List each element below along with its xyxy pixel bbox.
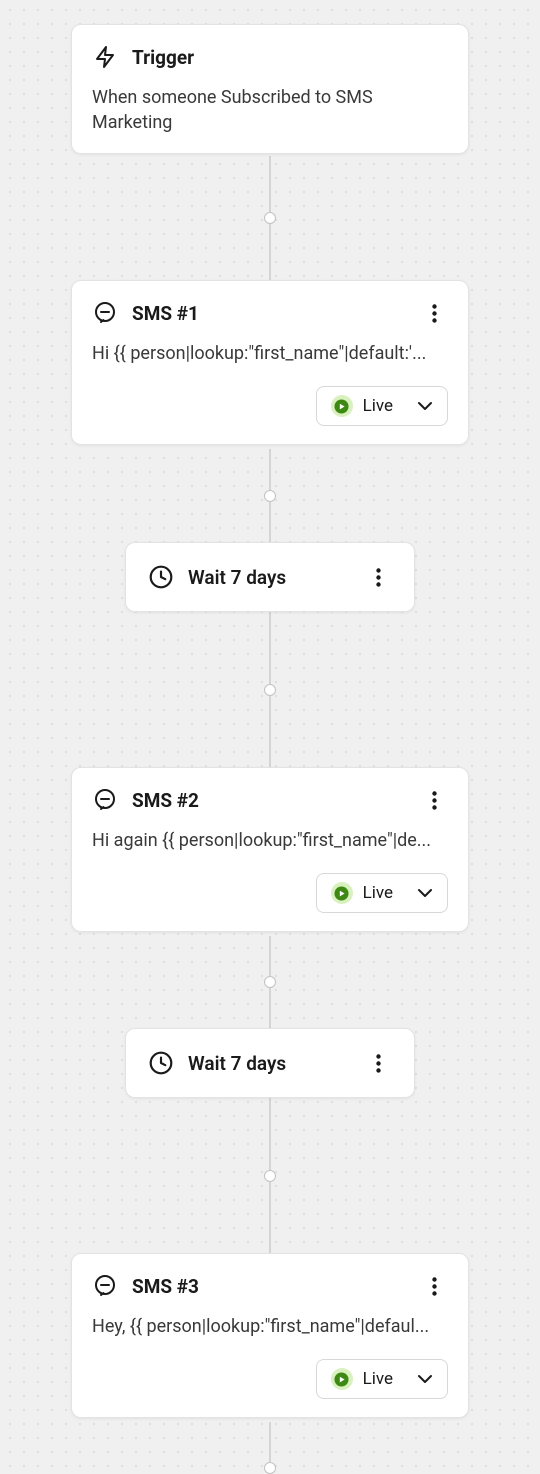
sms-preview: Hi {{ person|lookup:"first_name"|default…: [92, 341, 448, 366]
sms-preview: Hi again {{ person|lookup:"first_name"|d…: [92, 828, 448, 853]
trigger-title: Trigger: [132, 46, 448, 69]
add-step-dot[interactable]: [264, 212, 276, 224]
status-label: Live: [363, 883, 393, 903]
sms-card-3[interactable]: SMS #3 Hey, {{ person|lookup:"first_name…: [71, 1253, 469, 1418]
flow-canvas[interactable]: Trigger When someone Subscribed to SMS M…: [0, 0, 540, 1474]
play-circle-icon: [331, 1368, 353, 1390]
status-dropdown[interactable]: Live: [316, 1359, 448, 1399]
more-button[interactable]: [420, 786, 448, 814]
wait-card-2[interactable]: Wait 7 days: [125, 1028, 415, 1098]
wait-card-1[interactable]: Wait 7 days: [125, 542, 415, 612]
more-button[interactable]: [420, 299, 448, 327]
sms-icon: [92, 300, 118, 326]
add-step-dot[interactable]: [264, 490, 276, 502]
sms-title: SMS #1: [132, 302, 406, 325]
sms-preview: Hey, {{ person|lookup:"first_name"|defau…: [92, 1314, 448, 1339]
add-step-dot[interactable]: [264, 684, 276, 696]
add-step-dot[interactable]: [264, 976, 276, 988]
trigger-description: When someone Subscribed to SMS Marketing: [92, 85, 448, 135]
wait-title: Wait 7 days: [188, 566, 350, 589]
play-circle-icon: [331, 395, 353, 417]
sms-icon: [92, 1273, 118, 1299]
more-button[interactable]: [420, 1272, 448, 1300]
sms-icon: [92, 787, 118, 813]
status-dropdown[interactable]: Live: [316, 873, 448, 913]
sms-card-1[interactable]: SMS #1 Hi {{ person|lookup:"first_name"|…: [71, 280, 469, 445]
clock-icon: [148, 564, 174, 590]
trigger-card[interactable]: Trigger When someone Subscribed to SMS M…: [71, 24, 469, 154]
chevron-down-icon: [417, 1369, 433, 1389]
sms-title: SMS #3: [132, 1275, 406, 1298]
wait-title: Wait 7 days: [188, 1052, 350, 1075]
chevron-down-icon: [417, 396, 433, 416]
clock-icon: [148, 1050, 174, 1076]
add-step-dot[interactable]: [264, 1170, 276, 1182]
status-label: Live: [363, 396, 393, 416]
status-label: Live: [363, 1369, 393, 1389]
more-button[interactable]: [364, 563, 392, 591]
chevron-down-icon: [417, 883, 433, 903]
sms-title: SMS #2: [132, 789, 406, 812]
play-circle-icon: [331, 882, 353, 904]
add-step-dot[interactable]: [264, 1462, 276, 1474]
bolt-icon: [92, 44, 118, 70]
sms-card-2[interactable]: SMS #2 Hi again {{ person|lookup:"first_…: [71, 767, 469, 932]
status-dropdown[interactable]: Live: [316, 386, 448, 426]
more-button[interactable]: [364, 1049, 392, 1077]
